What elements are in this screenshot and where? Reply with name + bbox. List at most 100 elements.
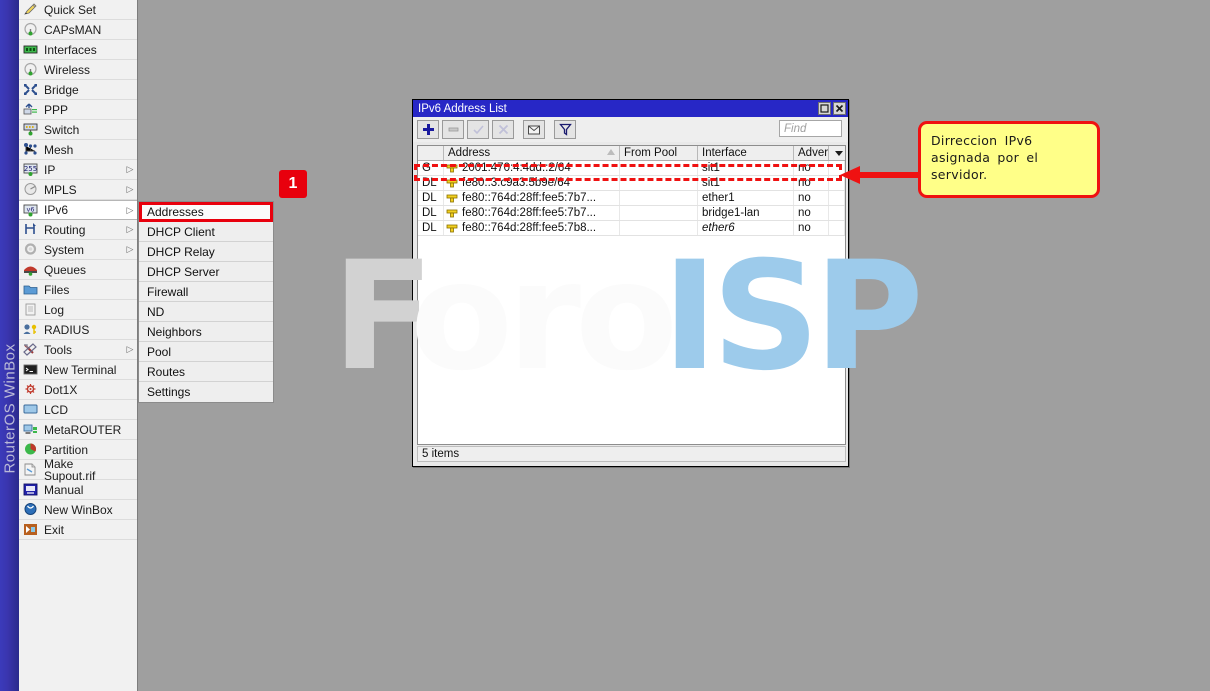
- sidebar-item-label: New Terminal: [44, 362, 117, 377]
- row-spacer: [829, 206, 845, 220]
- sidebar-item-bridge[interactable]: Bridge: [19, 80, 137, 100]
- row-address: 2001:470:4:4dd::2/64: [462, 162, 571, 174]
- comment-button[interactable]: [523, 120, 545, 139]
- sidebar-item-wireless[interactable]: Wireless: [19, 60, 137, 80]
- table-row[interactable]: DL fe80::764d:28ff:fee5:7b8... ether6 no: [418, 221, 845, 236]
- sidebar-item-metarouter[interactable]: MetaROUTER: [19, 420, 137, 440]
- table-header-row: Address From Pool Interface Advertise: [418, 146, 845, 161]
- sidebar-item-ipv6[interactable]: v6 IPv6 ▷: [19, 200, 137, 220]
- submenu-item-label: ND: [147, 304, 165, 319]
- sidebar-item-interfaces[interactable]: Interfaces: [19, 40, 137, 60]
- filter-button[interactable]: [554, 120, 576, 139]
- row-advertise: no: [794, 161, 829, 175]
- sidebar-item-new-terminal[interactable]: New Terminal: [19, 360, 137, 380]
- status-bar: 5 items: [417, 446, 846, 462]
- column-header-advertise[interactable]: Advertise: [794, 146, 829, 160]
- address-pin-icon: [446, 163, 458, 173]
- sidebar-item-label: Mesh: [44, 142, 74, 157]
- row-from-pool: [620, 221, 698, 235]
- address-pin-icon: [446, 193, 458, 203]
- submenu-item-neighbors[interactable]: Neighbors: [139, 322, 273, 342]
- submenu-arrow: ▷: [126, 164, 134, 174]
- enable-button[interactable]: [467, 120, 489, 139]
- sidebar-item-label: Partition: [44, 442, 89, 457]
- sidebar-item-capsman[interactable]: CAPsMAN: [19, 20, 137, 40]
- exit-icon: [22, 522, 39, 537]
- sort-ascending-icon: [607, 149, 615, 155]
- table-row[interactable]: DL fe80::764d:28ff:fee5:7b7... bridge1-l…: [418, 206, 845, 221]
- disable-button[interactable]: [492, 120, 514, 139]
- sidebar-item-label: System: [44, 242, 85, 257]
- ip-255-icon: 255: [22, 162, 39, 177]
- sidebar-item-mpls[interactable]: MPLS ▷: [19, 180, 137, 200]
- submenu-item-dhcp-relay[interactable]: DHCP Relay: [139, 242, 273, 262]
- row-from-pool: [620, 206, 698, 220]
- submenu-item-label: DHCP Server: [147, 264, 220, 279]
- sidebar-item-make-supout-rif[interactable]: Make Supout.rif: [19, 458, 137, 482]
- table-row[interactable]: DL fe80::3:c9a3:5b9e/64 sit1 no: [418, 176, 845, 191]
- sidebar-item-queues[interactable]: Queues: [19, 260, 137, 280]
- submenu-item-firewall[interactable]: Firewall: [139, 282, 273, 302]
- sidebar-item-ppp[interactable]: PPP: [19, 100, 137, 120]
- table-row[interactable]: DL fe80::764d:28ff:fee5:7b7... ether1 no: [418, 191, 845, 206]
- submenu-item-nd[interactable]: ND: [139, 302, 273, 322]
- window-title-bar[interactable]: IPv6 Address List: [413, 100, 848, 117]
- dot1x-icon: [22, 382, 39, 397]
- sidebar-item-lcd[interactable]: LCD: [19, 400, 137, 420]
- new-winbox-icon: [22, 502, 39, 517]
- column-header-address[interactable]: Address: [444, 146, 620, 160]
- sidebar-item-mesh[interactable]: Mesh: [19, 140, 137, 160]
- sidebar-item-manual[interactable]: Manual: [19, 480, 137, 500]
- sidebar-item-files[interactable]: Files: [19, 280, 137, 300]
- submenu-item-dhcp-client[interactable]: DHCP Client: [139, 222, 273, 242]
- column-header-interface[interactable]: Interface: [698, 146, 794, 160]
- submenu-arrow: ▷: [126, 184, 134, 194]
- remove-button[interactable]: [442, 120, 464, 139]
- sidebar-item-label: Dot1X: [44, 382, 78, 397]
- sidebar-item-quick-set[interactable]: Quick Set: [19, 0, 137, 20]
- submenu-item-routes[interactable]: Routes: [139, 362, 273, 382]
- column-header-label: Address: [448, 147, 491, 159]
- submenu-item-pool[interactable]: Pool: [139, 342, 273, 362]
- sidebar-item-label: MPLS: [44, 182, 77, 197]
- submenu-item-label: Settings: [147, 385, 191, 399]
- close-icon[interactable]: [833, 102, 846, 115]
- sidebar-item-routing[interactable]: Routing ▷: [19, 220, 137, 240]
- row-interface: bridge1-lan: [698, 206, 794, 220]
- sidebar-brand-rail: RouterOS WinBox: [0, 0, 19, 691]
- sidebar-item-tools[interactable]: Tools ▷: [19, 340, 137, 360]
- mpls-icon: [22, 182, 39, 197]
- row-flags: DL: [418, 176, 444, 190]
- row-interface: sit1: [698, 176, 794, 190]
- sidebar-item-switch[interactable]: Switch: [19, 120, 137, 140]
- sidebar-item-exit[interactable]: Exit: [19, 520, 137, 540]
- row-address: fe80::3:c9a3:5b9e/64: [462, 177, 571, 189]
- search-input[interactable]: Find: [779, 120, 842, 137]
- submenu-item-addresses[interactable]: Addresses: [139, 202, 273, 222]
- column-header-from-pool[interactable]: From Pool: [620, 146, 698, 160]
- sidebar-item-new-winbox[interactable]: New WinBox: [19, 500, 137, 520]
- column-chooser-button[interactable]: [829, 146, 845, 160]
- ipv6-icon: v6: [22, 203, 39, 218]
- sidebar-brand-label: RouterOS WinBox: [1, 343, 19, 474]
- maximize-button[interactable]: [818, 102, 831, 115]
- submenu-item-dhcp-server[interactable]: DHCP Server: [139, 262, 273, 282]
- sidebar-item-log[interactable]: Log: [19, 300, 137, 320]
- row-spacer: [829, 221, 845, 235]
- column-header-flags[interactable]: [418, 146, 444, 160]
- sidebar-item-dot1x[interactable]: Dot1X: [19, 380, 137, 400]
- radius-key-icon: [22, 322, 39, 337]
- sidebar-item-radius[interactable]: RADIUS: [19, 320, 137, 340]
- add-button[interactable]: [417, 120, 439, 139]
- bridge-icon: [22, 82, 39, 97]
- table-row[interactable]: G 2001:470:4:4dd::2/64 sit1 no: [418, 161, 845, 176]
- row-flags: DL: [418, 206, 444, 220]
- annotation-callout: Dirreccion IPv6 asignada por el servidor…: [918, 121, 1100, 198]
- submenu-arrow: ▷: [126, 204, 134, 215]
- sidebar-item-system[interactable]: System ▷: [19, 240, 137, 260]
- sidebar-item-ip[interactable]: 255 IP ▷: [19, 160, 137, 180]
- submenu-item-settings[interactable]: Settings: [139, 382, 273, 402]
- row-address-cell: fe80::764d:28ff:fee5:7b7...: [444, 191, 620, 205]
- address-table: Address From Pool Interface Advertise G …: [417, 145, 846, 445]
- sidebar-item-label: Tools: [44, 342, 73, 357]
